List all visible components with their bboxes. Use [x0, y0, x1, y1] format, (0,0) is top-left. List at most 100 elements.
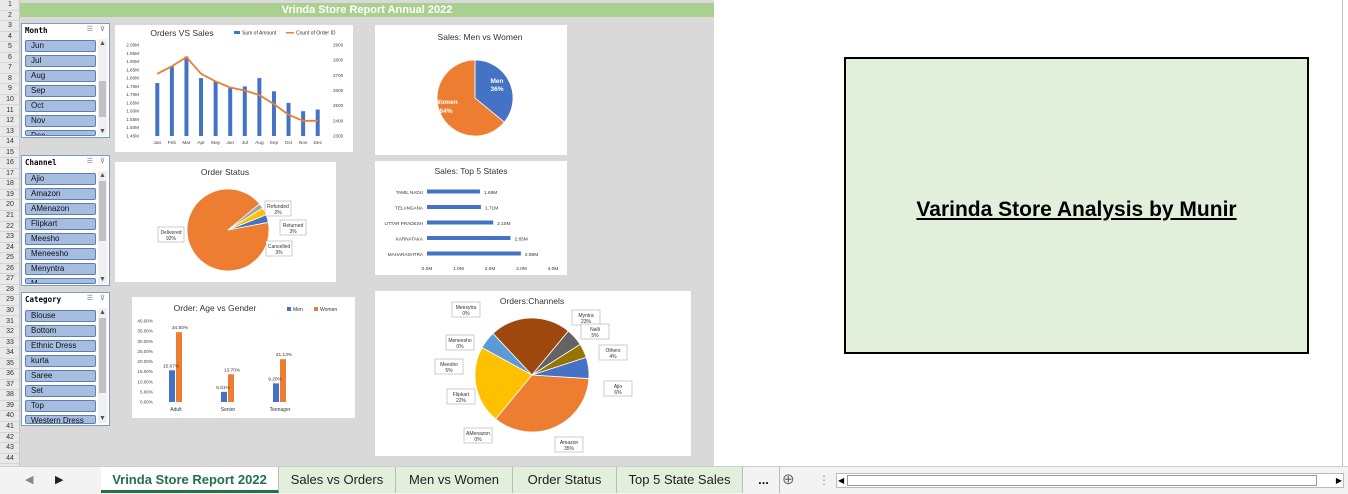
order-status-chart[interactable]: Order Status Delivered 92% Refunded 2% Retur… [115, 162, 336, 282]
add-sheet-icon[interactable]: ⊕ [782, 467, 795, 493]
row-number[interactable]: 30 [0, 306, 20, 317]
row-number[interactable]: 13 [0, 127, 20, 138]
orders-channels-chart[interactable]: Orders:Channels Myntra 23% Nalli 5% Others 4%… [375, 291, 691, 456]
row-number[interactable]: 2 [0, 11, 20, 22]
scroll-up-icon[interactable]: ▲ [98, 308, 107, 317]
prev-sheet-icon[interactable]: ◀ [25, 467, 33, 493]
slicer-item[interactable]: Aug [25, 70, 96, 82]
row-number[interactable]: 40 [0, 411, 20, 422]
row-number[interactable]: 21 [0, 211, 20, 222]
scroll-left-icon[interactable]: ◀ [838, 474, 844, 487]
row-number[interactable]: 32 [0, 327, 20, 338]
row-number[interactable]: 44 [0, 454, 20, 465]
men-vs-women-chart[interactable]: Sales: Men vs Women Men 36% Women 64% [375, 25, 567, 155]
horizontal-scrollbar[interactable]: ◀ ▶ [836, 473, 1344, 488]
scroll-down-icon[interactable]: ▼ [98, 275, 107, 284]
slicer-scrollbar[interactable]: ▲ ▼ [98, 39, 107, 136]
row-number[interactable]: 3 [0, 21, 20, 32]
row-number[interactable]: 4 [0, 32, 20, 43]
slicer-item[interactable]: Meneesho [25, 248, 96, 260]
age-gender-chart[interactable]: Order: Age vs Gender Men Women 40.00% 35.… [132, 297, 355, 418]
slicer-item[interactable]: Ajio [25, 173, 96, 185]
slicer-item[interactable]: Menyntra [25, 263, 96, 275]
row-number[interactable]: 1 [0, 0, 20, 11]
row-number[interactable]: 20 [0, 200, 20, 211]
slicer-item[interactable]: Bottom [25, 325, 96, 337]
slicer-item[interactable]: Jul [25, 55, 96, 67]
slicer-item[interactable]: Meesho [25, 233, 96, 245]
row-number[interactable]: 35 [0, 359, 20, 370]
category-slicer[interactable]: Category ☰ ⊽ Blouse Bottom Ethnic Dress ku… [21, 292, 110, 426]
slicer-item[interactable]: Top [25, 400, 96, 412]
month-slicer[interactable]: Month ☰ ⊽ Jun Jul Aug Sep Oct Nov Dec ▲ ▼ [21, 23, 110, 138]
tab-order-status[interactable]: Order Status [513, 467, 617, 493]
row-number[interactable]: 28 [0, 285, 20, 296]
row-number[interactable]: 5 [0, 42, 20, 53]
slicer-item[interactable]: Sep [25, 85, 96, 97]
row-number[interactable]: 15 [0, 148, 20, 159]
next-sheet-icon[interactable]: ▶ [55, 467, 63, 493]
row-number[interactable]: 14 [0, 137, 20, 148]
slicer-item[interactable]: Nov [25, 115, 96, 127]
row-number[interactable]: 12 [0, 116, 20, 127]
channel-slicer[interactable]: Channel ☰ ⊽ Ajio Amazon AMenazon Flipkart … [21, 155, 110, 286]
slicer-item[interactable]: Set [25, 385, 96, 397]
more-tabs-button[interactable]: ... [748, 467, 780, 493]
row-number[interactable]: 16 [0, 158, 20, 169]
slicer-item[interactable]: Oct [25, 100, 96, 112]
slicer-scrollbar[interactable]: ▲ ▼ [98, 171, 107, 284]
slicer-item[interactable]: Amazon [25, 188, 96, 200]
tab-sales-vs-orders[interactable]: Sales vs Orders [279, 467, 396, 493]
multi-select-icon[interactable]: ☰ [87, 25, 93, 33]
orders-vs-sales-chart[interactable]: Orders VS Sales Sum of Amount Count of O… [115, 25, 353, 152]
slicer-item[interactable]: Jun [25, 40, 96, 52]
slicer-item[interactable]: Ethnic Dress [25, 340, 96, 352]
row-number[interactable]: 39 [0, 401, 20, 412]
row-number[interactable]: 37 [0, 380, 20, 391]
slicer-item[interactable]: Saree [25, 370, 96, 382]
row-number[interactable]: 10 [0, 95, 20, 106]
slicer-item[interactable]: kurta [25, 355, 96, 367]
slicer-item[interactable]: Western Dress [25, 415, 96, 424]
scroll-thumb[interactable] [99, 318, 106, 393]
row-number[interactable]: 9 [0, 84, 20, 95]
clear-filter-icon[interactable]: ⊽ [100, 157, 105, 165]
multi-select-icon[interactable]: ☰ [87, 294, 93, 302]
row-number[interactable]: 29 [0, 295, 20, 306]
scroll-up-icon[interactable]: ▲ [98, 171, 107, 180]
scroll-right-icon[interactable]: ▶ [1336, 474, 1342, 487]
row-number[interactable]: 27 [0, 274, 20, 285]
row-number[interactable]: 26 [0, 264, 20, 275]
row-number[interactable]: 38 [0, 390, 20, 401]
row-number[interactable]: 34 [0, 348, 20, 359]
scroll-thumb[interactable] [99, 181, 106, 241]
clear-filter-icon[interactable]: ⊽ [100, 25, 105, 33]
clear-filter-icon[interactable]: ⊽ [100, 294, 105, 302]
row-number[interactable]: 22 [0, 222, 20, 233]
scroll-down-icon[interactable]: ▼ [98, 127, 107, 136]
tab-splitter-icon[interactable]: ⋮ [818, 467, 830, 493]
row-number[interactable]: 7 [0, 63, 20, 74]
scroll-down-icon[interactable]: ▼ [98, 414, 107, 423]
tab-top-5-state-sales[interactable]: Top 5 State Sales [617, 467, 743, 493]
top-states-chart[interactable]: Sales: Top 5 States TAMIL NADU 1.68M TELAN… [375, 161, 567, 275]
slicer-item[interactable]: Dec [25, 130, 96, 136]
row-number[interactable]: 33 [0, 338, 20, 349]
slicer-scrollbar[interactable]: ▲ ▼ [98, 308, 107, 423]
row-number[interactable]: 6 [0, 53, 20, 64]
slicer-item[interactable]: AMenazon [25, 203, 96, 215]
slicer-item[interactable]: M [25, 278, 96, 284]
row-number[interactable]: 17 [0, 169, 20, 180]
multi-select-icon[interactable]: ☰ [87, 157, 93, 165]
row-number[interactable]: 18 [0, 179, 20, 190]
row-number[interactable]: 31 [0, 317, 20, 328]
row-number[interactable]: 42 [0, 433, 20, 444]
row-number[interactable]: 11 [0, 106, 20, 117]
row-header[interactable]: 1 2 3 4 5 6 7 8 9 10 11 12 13 14 15 16 17 18 19 20 21 22 23 24 2… [0, 0, 20, 466]
row-number[interactable]: 24 [0, 243, 20, 254]
slicer-item[interactable]: Blouse [25, 310, 96, 322]
slicer-item[interactable]: Flipkart [25, 218, 96, 230]
scroll-up-icon[interactable]: ▲ [98, 39, 107, 48]
row-number[interactable]: 23 [0, 232, 20, 243]
tab-vrinda-store-report[interactable]: Vrinda Store Report 2022 [101, 467, 279, 493]
